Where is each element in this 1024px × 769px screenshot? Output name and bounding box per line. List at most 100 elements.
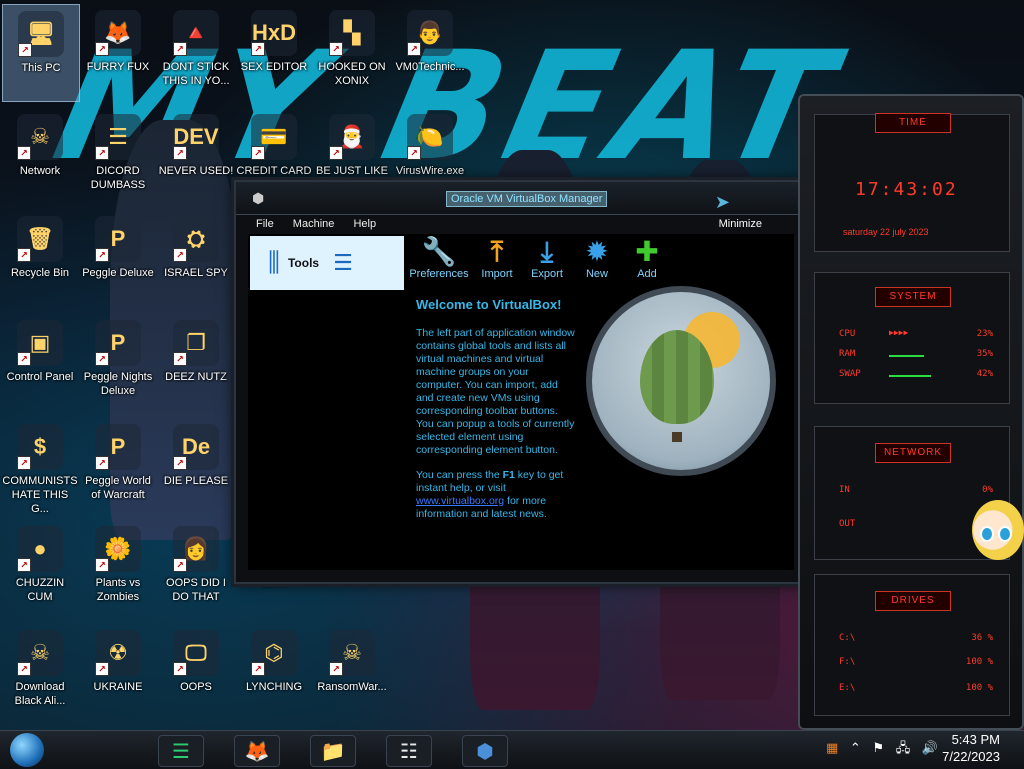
plants-vs-zombies-icon: 🌼 ↗ (95, 526, 141, 572)
desktop-icon-label: HOOKED ON XONIX (318, 61, 386, 87)
minimize-button[interactable]: Minimize (719, 218, 762, 230)
desktop-icon-plants-vs-zombies[interactable]: 🌼 ↗ Plants vs Zombies (80, 520, 156, 616)
shortcut-arrow-icon: ↗ (251, 662, 265, 676)
shortcut-arrow-icon: ↗ (173, 558, 187, 572)
new-button[interactable]: ✹ New (574, 236, 620, 290)
desktop-icon-label: Download Black Ali... (14, 681, 66, 707)
desktop-icon-chuzzin[interactable]: ● ↗ CHUZZIN CUM (2, 520, 78, 616)
chuzzin-icon: ● ↗ (17, 526, 63, 572)
tray-app-icon[interactable]: ▦ (826, 740, 838, 755)
f1-key: F1 (502, 469, 515, 481)
desktop-icon-israel-spy[interactable]: ⛭ ↗ ISRAEL SPY (158, 210, 234, 306)
desktop-icon-label: DIE PLEASE (163, 475, 229, 487)
swap-bar (889, 375, 931, 377)
desktop-icon-this-pc[interactable]: 🖥 ↗ This PC (2, 4, 80, 102)
desktop-icon-peggle-deluxe[interactable]: P ↗ Peggle Deluxe (80, 210, 156, 306)
preferences-label: Preferences (409, 268, 469, 280)
desktop-icon-label: Control Panel (6, 371, 74, 383)
desktop-icon-control-panel[interactable]: ▣ ↗ Control Panel (2, 314, 78, 410)
desktop-icon-download-black[interactable]: ☠ ↗ Download Black Ali... (2, 624, 78, 720)
desktop-icon-peggle-world[interactable]: P ↗ Peggle World of Warcraft (80, 418, 156, 514)
desktop-icon-die-please[interactable]: De ↗ DIE PLEASE (158, 418, 234, 514)
window-titlebar[interactable]: ⬢ Oracle VM VirtualBox Manager ➤ (236, 182, 806, 215)
taskbar-virtualbox-icon[interactable]: ⬢ (462, 735, 508, 767)
menu-file[interactable]: File (256, 218, 274, 230)
minimize-icon[interactable]: ➤ (715, 192, 730, 213)
shortcut-arrow-icon: ↗ (95, 662, 109, 676)
in-label: IN (839, 485, 850, 495)
welcome-paragraph-1: The left part of application window cont… (416, 327, 575, 456)
desktop-icon-label: Plants vs Zombies (95, 577, 141, 603)
desktop-icon-label: RansomWar... (317, 681, 387, 693)
desktop-icon-label: SEX EDITOR (240, 61, 308, 73)
virtualbox-window[interactable]: ⬢ Oracle VM VirtualBox Manager ➤ Minimiz… (234, 180, 808, 584)
menu-help[interactable]: Help (353, 218, 376, 230)
shortcut-arrow-icon: ↗ (17, 456, 31, 470)
drive-f-value: 100 % (965, 657, 993, 667)
start-button[interactable] (10, 733, 44, 767)
taskbar-firefox-icon[interactable]: 🦊 (234, 735, 280, 767)
desktop-icon-never-used[interactable]: DEV ↗ NEVER USED! (158, 108, 234, 204)
taskbar-notes-icon[interactable]: ☷ (386, 735, 432, 767)
desktop-icon-ransomware[interactable]: ☠ ↗ RansomWar... (314, 624, 390, 720)
desktop-icon-oops-did[interactable]: 👩 ↗ OOPS DID I DO THAT (158, 520, 234, 616)
never-used-icon: DEV ↗ (173, 114, 219, 160)
lynching-icon: ⌬ ↗ (251, 630, 297, 676)
israel-spy-icon: ⛭ ↗ (173, 216, 219, 262)
desktop-icon-lynching[interactable]: ⌬ ↗ LYNCHING (236, 624, 312, 720)
volume-icon[interactable]: 🔊 (922, 740, 938, 755)
virtualbox-link[interactable]: www.virtualbox.org (416, 495, 504, 507)
desktop-icon-recycle-bin[interactable]: 🗑 ↗ Recycle Bin (2, 210, 78, 306)
basket-shape (672, 432, 682, 442)
time-header: TIME (875, 113, 951, 133)
ram-bar (889, 355, 924, 357)
system-header: SYSTEM (875, 287, 951, 307)
desktop-icon-furry-fux[interactable]: 🦊 ↗ FURRY FUX (80, 4, 156, 100)
deez-nutz-icon: ❐ ↗ (173, 320, 219, 366)
drives-panel: DRIVES C:\ 36 % F:\ 100 % E:\ 100 % (814, 574, 1010, 716)
shortcut-arrow-icon: ↗ (95, 352, 109, 366)
desktop-icon-dicord[interactable]: ☰ ↗ DICORD DUMBASS (80, 108, 156, 204)
taskbar-discord-icon[interactable]: ☰ (158, 735, 204, 767)
shortcut-arrow-icon: ↗ (95, 42, 109, 56)
desktop-icon-oops[interactable]: 🖵 ↗ OOPS (158, 624, 234, 720)
tray-chevron-icon[interactable]: ⌃ (850, 740, 861, 755)
shortcut-arrow-icon: ↗ (251, 146, 265, 160)
desktop-icon-sex-editor[interactable]: HxD ↗ SEX EDITOR (236, 4, 312, 100)
tools-list-icon[interactable]: ☰ (333, 250, 353, 276)
desktop-icon-network[interactable]: ☠ ↗ Network (2, 108, 78, 204)
menu-machine[interactable]: Machine (293, 218, 335, 230)
shortcut-arrow-icon: ↗ (173, 248, 187, 262)
desktop-icon-dont-stick[interactable]: 🔺 ↗ DONT STICK THIS IN YO... (158, 4, 234, 100)
drive-f-label: F:\ (839, 657, 856, 667)
flag-icon[interactable]: ⚑ (872, 740, 884, 755)
preferences-button[interactable]: 🔧 Preferences (408, 236, 470, 290)
taskbar-explorer-icon[interactable]: 📁 (310, 735, 356, 767)
export-button[interactable]: ⤓ Export (524, 236, 570, 290)
taskbar-clock[interactable]: 5:43 PM 7/22/2023 (942, 731, 1000, 765)
dicord-icon: ☰ ↗ (95, 114, 141, 160)
viruswire-icon: 🍋 ↗ (407, 114, 453, 160)
import-button[interactable]: ⤒ Import (474, 236, 520, 290)
this-pc-icon: 🖥 ↗ (18, 11, 64, 57)
desktop-icon-deez-nutz[interactable]: ❐ ↗ DEEZ NUTZ (158, 314, 234, 410)
new-icon: ✹ (585, 236, 609, 267)
tools-item[interactable]: ⫼ Tools ☰ (250, 236, 404, 290)
desktop-icon-label: Network (19, 165, 61, 177)
desktop-icon-label: Recycle Bin (10, 267, 70, 279)
add-button[interactable]: ✚ Add (624, 236, 670, 290)
desktop-icon-vm0technic[interactable]: 👨 ↗ VM0Technic... (392, 4, 468, 100)
desktop-icon-hooked-on-xonix[interactable]: ▚ ↗ HOOKED ON XONIX (314, 4, 390, 100)
desktop-icon-communists[interactable]: $ ↗ COMMUNISTS HATE THIS G... (2, 418, 78, 515)
network-icon: ☠ ↗ (17, 114, 63, 160)
ukraine-icon: ☢ ↗ (95, 630, 141, 676)
desktop-icon-label: OOPS DID I DO THAT (166, 577, 226, 603)
gadget-clock: 17:43:02 (855, 179, 958, 200)
menu-bar: File Machine Help (256, 218, 392, 230)
network-icon[interactable]: 🖧 (896, 740, 911, 755)
main-toolbar: 🔧 Preferences ⤒ Import ⤓ Export ✹ New ✚ Add (408, 236, 674, 290)
cartoon-eye-left (980, 526, 994, 542)
drive-c-value: 36 % (971, 633, 993, 643)
desktop-icon-peggle-nights[interactable]: P ↗ Peggle Nights Deluxe (80, 314, 156, 410)
desktop-icon-ukraine[interactable]: ☢ ↗ UKRAINE (80, 624, 156, 720)
